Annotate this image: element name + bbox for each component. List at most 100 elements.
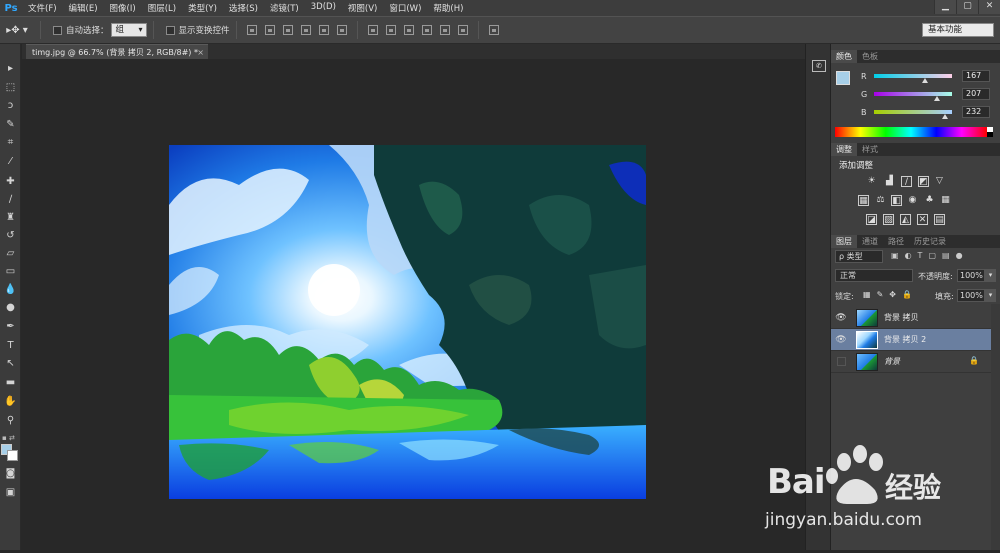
zoom-tool-icon[interactable]: ⚲ [3,414,18,428]
gradient-tool-icon[interactable]: ▭ [3,265,18,279]
eye-icon[interactable]: 👁 [835,334,847,346]
close-icon[interactable]: × [197,45,204,60]
black-chip[interactable] [987,132,993,137]
auto-select-checkbox[interactable] [53,25,62,35]
minimize-button[interactable]: ▁ [934,0,956,14]
align-top-icon[interactable] [246,25,257,35]
red-slider[interactable] [874,74,952,83]
quick-select-tool-icon[interactable]: ✎ [3,118,18,132]
color-lookup-icon[interactable]: ▦ [940,195,951,206]
black-white-icon[interactable]: ◧ [891,195,902,206]
history-brush-tool-icon[interactable]: ↺ [3,229,18,243]
red-value-field[interactable]: 167 [962,70,990,82]
selective-color-icon[interactable]: ✕ [917,214,928,225]
fill-dropdown-icon[interactable]: ▾ [985,289,996,302]
menu-item[interactable]: 帮助(H) [427,2,469,14]
color-spectrum[interactable] [835,127,987,137]
green-slider-knob[interactable] [934,96,941,101]
layer-filter-dropdown[interactable]: ρ 类型 [835,250,883,263]
layer-row-2[interactable]: 背景 🔒 [831,351,991,373]
lasso-tool-icon[interactable]: ↄ [3,99,18,113]
menu-item[interactable]: 视图(V) [342,2,383,14]
pen-tool-icon[interactable]: ✒ [3,320,18,334]
lock-transparent-icon[interactable]: ▦ [863,290,871,299]
color-balance-icon[interactable]: ⚖ [875,195,886,206]
workspace-dropdown[interactable]: 基本功能 [922,23,994,37]
distribute-bottom-icon[interactable] [403,25,414,35]
layer-row-0[interactable]: 👁 背景 拷贝 [831,307,991,329]
distribute-left-icon[interactable] [421,25,432,35]
lock-pixels-icon[interactable]: ✎ [877,290,884,299]
menu-item[interactable]: 图层(L) [142,2,182,14]
tab-layers[interactable]: 图层 [831,235,857,248]
menu-item[interactable]: 编辑(E) [63,2,104,14]
filter-pixel-icon[interactable]: ▣ [891,251,899,260]
blend-mode-dropdown[interactable]: 正常 [835,269,913,282]
distribute-right-icon[interactable] [457,25,468,35]
filter-smart-icon[interactable]: ▤ [942,251,950,260]
canvas-area[interactable] [22,59,805,550]
background-color-swatch[interactable] [7,450,18,461]
tab-channels[interactable]: 通道 [857,235,883,248]
blue-value-field[interactable]: 232 [962,106,990,118]
channel-mixer-icon[interactable]: ♣ [924,195,935,206]
filter-shape-icon[interactable]: ▢ [928,251,936,260]
fill-field[interactable]: 100% [957,289,985,302]
tab-color[interactable]: 颜色 [831,50,857,63]
move-tool-preset-icon[interactable]: ▸✥ ▾ [0,25,34,36]
menu-item[interactable]: 类型(Y) [182,2,223,14]
lock-position-icon[interactable]: ✥ [889,290,896,299]
layer-row-1[interactable]: 👁 背景 拷贝 2 [831,329,991,351]
align-bottom-icon[interactable] [282,25,293,35]
crop-tool-icon[interactable]: ⌗ [3,136,18,150]
posterize-icon[interactable]: ▨ [883,214,894,225]
photo-filter-icon[interactable]: ◉ [907,195,918,206]
tab-paths[interactable]: 路径 [883,235,909,248]
eye-icon[interactable]: 👁 [835,312,847,324]
screen-mode-icon[interactable]: ▣ [3,486,18,500]
history-icon[interactable]: ✆ [812,60,826,72]
align-hcenter-icon[interactable] [318,25,329,35]
close-button[interactable]: ✕ [978,0,1000,14]
clone-stamp-tool-icon[interactable]: ♜ [3,211,18,225]
eraser-tool-icon[interactable]: ▱ [3,247,18,261]
lock-all-icon[interactable]: 🔒 [902,290,912,299]
filter-toggle-icon[interactable]: ● [956,251,963,260]
blue-slider[interactable] [874,110,952,119]
auto-align-icon[interactable] [488,25,499,35]
align-left-icon[interactable] [300,25,311,35]
dodge-tool-icon[interactable]: ● [3,301,18,315]
menu-item[interactable]: 3D(D) [305,2,342,14]
distribute-hcenter-icon[interactable] [439,25,450,35]
brush-tool-icon[interactable]: ∕ [3,193,18,207]
curves-icon[interactable]: ∕ [901,176,912,187]
gradient-map-icon[interactable]: ▤ [934,214,945,225]
document-image[interactable] [169,145,646,499]
marquee-tool-icon[interactable]: ⬚ [3,81,18,95]
green-value-field[interactable]: 207 [962,88,990,100]
document-tab[interactable]: timg.jpg @ 66.7% (背景 拷贝 2, RGB/8#) * × [26,44,208,59]
quick-mask-icon[interactable]: ◙ [3,467,18,481]
distribute-vcenter-icon[interactable] [385,25,396,35]
move-tool-icon[interactable]: ▸ [3,62,18,76]
distribute-top-icon[interactable] [367,25,378,35]
green-slider[interactable] [874,92,952,101]
hue-saturation-icon[interactable]: ▦ [858,195,869,206]
brightness-icon[interactable]: ☀ [866,176,877,187]
menu-item[interactable]: 窗口(W) [383,2,427,14]
eye-hidden-box[interactable] [837,357,846,366]
tab-history[interactable]: 历史记录 [909,235,951,248]
filter-adjust-icon[interactable]: ◐ [905,251,912,260]
threshold-icon[interactable]: ◭ [900,214,911,225]
hand-tool-icon[interactable]: ✋ [3,395,18,409]
shape-tool-icon[interactable]: ▬ [3,376,18,390]
type-tool-icon[interactable]: T [3,339,18,353]
foreground-color-chip[interactable] [836,71,850,85]
opacity-field[interactable]: 100% [957,269,985,282]
menu-item[interactable]: 图像(I) [104,2,142,14]
tab-styles[interactable]: 样式 [857,143,883,156]
red-slider-knob[interactable] [922,78,929,83]
path-select-tool-icon[interactable]: ↖ [3,357,18,371]
maximize-button[interactable]: ▢ [956,0,978,14]
opacity-dropdown-icon[interactable]: ▾ [985,269,996,282]
